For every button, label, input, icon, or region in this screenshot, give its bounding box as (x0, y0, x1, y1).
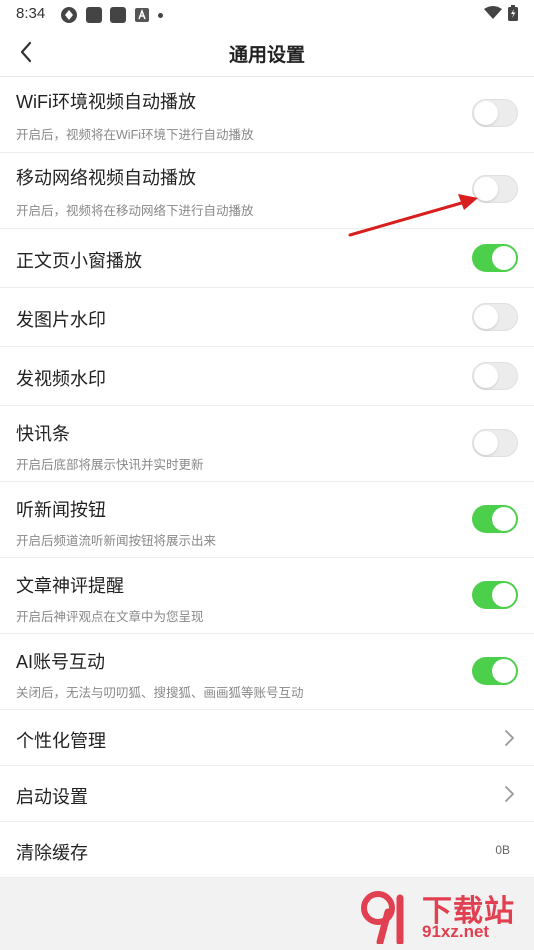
setting-description: 开启后底部将展示快讯并实时更新 (16, 458, 204, 472)
status-time: 8:34 (16, 5, 46, 22)
battery-icon (508, 5, 518, 21)
wifi-icon (484, 6, 502, 19)
status-notification-icons (60, 6, 163, 24)
chevron-right-icon (505, 786, 514, 802)
personalization-row[interactable]: 个性化管理 (0, 710, 534, 766)
watermark-url: 91xz.net (422, 922, 490, 941)
app-logo-icon (61, 7, 77, 23)
setting-listen-news: 听新闻按钮 开启后频道流听新闻按钮将展示出来 (0, 482, 534, 558)
site-watermark: 下载站 91xz.net (358, 886, 528, 946)
ai-interaction-toggle[interactable] (472, 657, 518, 685)
setting-label: 个性化管理 (16, 731, 106, 751)
setting-wifi-autoplay: WiFi环境视频自动播放 开启后，视频将在WiFi环境下进行自动播放 (0, 77, 534, 153)
image-watermark-toggle[interactable] (472, 303, 518, 331)
setting-label: WiFi环境视频自动播放 (16, 92, 196, 112)
setting-label: 发视频水印 (16, 369, 106, 389)
setting-description: 关闭后，无法与叨叨狐、搜搜狐、画画狐等账号互动 (16, 686, 304, 700)
cache-size-value: 0B (495, 843, 510, 857)
wifi-autoplay-toggle[interactable] (472, 99, 518, 127)
notification-a-icon (135, 8, 149, 22)
status-bar: 8:34 (0, 0, 534, 28)
video-watermark-toggle[interactable] (472, 362, 518, 390)
setting-description: 开启后频道流听新闻按钮将展示出来 (16, 534, 217, 548)
setting-label: 清除缓存 (16, 843, 88, 863)
setting-label: 启动设置 (16, 787, 88, 807)
setting-label: 正文页小窗播放 (16, 251, 142, 271)
comment-reminder-toggle[interactable] (472, 581, 518, 609)
setting-label: AI账号互动 (16, 652, 106, 672)
more-notifications-dot-icon (158, 12, 163, 18)
setting-label: 文章神评提醒 (16, 576, 124, 596)
navigation-bar: 通用设置 (0, 28, 534, 77)
status-system-icons (484, 5, 518, 21)
setting-label: 快讯条 (16, 424, 70, 444)
setting-label: 听新闻按钮 (16, 500, 106, 520)
annotation-arrow-icon (348, 194, 478, 237)
setting-comment-reminder: 文章神评提醒 开启后神评观点在文章中为您呈现 (0, 558, 534, 634)
startup-settings-row[interactable]: 启动设置 (0, 766, 534, 822)
setting-label: 移动网络视频自动播放 (16, 168, 196, 188)
setting-ai-interaction: AI账号互动 关闭后，无法与叨叨狐、搜搜狐、画画狐等账号互动 (0, 634, 534, 710)
mini-window-toggle[interactable] (472, 244, 518, 272)
setting-news-flash: 快讯条 开启后底部将展示快讯并实时更新 (0, 406, 534, 482)
setting-description: 开启后神评观点在文章中为您呈现 (16, 610, 204, 624)
clear-cache-row[interactable]: 清除缓存 0B (0, 822, 534, 878)
chevron-right-icon (505, 730, 514, 746)
notification-square-icon (86, 7, 102, 23)
setting-label: 发图片水印 (16, 310, 106, 330)
listen-news-toggle[interactable] (472, 505, 518, 533)
setting-video-watermark: 发视频水印 (0, 347, 534, 406)
page-title: 通用设置 (228, 45, 305, 66)
watermark-logo-icon (361, 891, 404, 944)
notification-square-icon (110, 7, 126, 23)
news-flash-toggle[interactable] (472, 429, 518, 457)
setting-description: 开启后，视频将在WiFi环境下进行自动播放 (16, 128, 254, 142)
setting-image-watermark: 发图片水印 (0, 288, 534, 347)
setting-description: 开启后，视频将在移动网络下进行自动播放 (16, 204, 254, 218)
